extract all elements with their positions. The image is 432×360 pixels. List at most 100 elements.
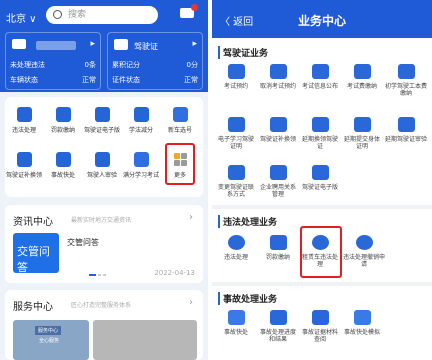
banner-subtext: 交管问答 — [17, 278, 38, 284]
car-crash-icon — [353, 310, 371, 325]
banner-text: 交管问答 — [17, 245, 50, 274]
chevron-right-icon: ▸ — [192, 39, 197, 49]
section-title: 服务中心 — [13, 302, 53, 313]
grid-item-study[interactable]: 学法减分 — [122, 107, 160, 134]
page-header: 〈 返回 业务中心 — [212, 0, 432, 38]
item-extend-review[interactable]: 延期驾驶证审验 — [384, 117, 428, 143]
card-label: 累积记分 — [112, 61, 140, 69]
item-extend-health-proof[interactable]: 延期提交身体证明 — [342, 117, 382, 150]
item-violation[interactable]: 违法处理 — [216, 235, 256, 261]
fee-icon — [353, 64, 371, 79]
item-label: 初学驾驶工本费缴纳 — [384, 83, 427, 97]
grid-label: 违法处理 — [11, 127, 36, 134]
item-label: 事故证据材料查阅 — [301, 329, 338, 343]
calendar-icon — [227, 64, 245, 79]
grid-item-driver-review[interactable]: 驾驶人审验 — [83, 152, 121, 179]
item-accident-simulation[interactable]: 事故快处模拟 — [342, 310, 382, 336]
item-violation-revoke[interactable]: 违法处理撤销申请 — [342, 235, 386, 268]
item-change-contact[interactable]: 变更驾驶证联系方式 — [216, 165, 256, 198]
service-grid: 违法处理 罚款缴纳 驾驶证电子版 学法减分 新车选号 驾驶证补换领 事故快处 驾… — [5, 97, 203, 197]
item-exam-booking[interactable]: 考试预约 — [216, 64, 256, 90]
contact-icon — [227, 165, 245, 180]
photo-caption: 全心服务 — [39, 338, 60, 344]
search-input[interactable]: 搜索 — [46, 6, 158, 24]
message-icon[interactable] — [180, 4, 198, 18]
item-employer-mgmt[interactable]: 企业聘用关系管理 — [258, 165, 298, 198]
service-photo-2[interactable] — [93, 320, 197, 360]
grid-item-license-renew[interactable]: 驾驶证补换领 — [5, 152, 43, 179]
item-label: 驾驶证补换领 — [259, 136, 296, 143]
grid-item-violation[interactable]: 违法处理 — [5, 107, 43, 134]
car-crash-icon — [227, 310, 245, 325]
item-exam-info[interactable]: 考试信息公布 — [300, 64, 340, 90]
license-icon — [114, 39, 128, 50]
photo-tag: 服务中心 — [35, 326, 62, 335]
item-label: 变更驾驶证联系方式 — [217, 184, 254, 198]
fine-icon — [269, 235, 287, 250]
item-label: 事故快处模拟 — [343, 329, 380, 336]
business-center-screen: 〈 返回 业务中心 驾驶证业务 考试预约 取消考试预约 考试信息公布 考试费缴纳… — [212, 0, 432, 360]
home-header: 北京 ∨ 搜索 ▸ 未处理违法 0条 车辆状态 正常 驾驶证 ▸ 累积记分 0分 证件… — [0, 0, 208, 92]
grid-label: 驾驶证电子版 — [83, 127, 120, 134]
chevron-right-icon[interactable]: › — [189, 212, 193, 223]
grid-item-full-score[interactable]: 满分学习考试 — [122, 152, 160, 179]
grid-item-plate[interactable]: 新车选号 — [161, 107, 199, 134]
item-label: 事故处理进度和结果 — [259, 329, 296, 343]
item-label: 企业聘用关系管理 — [259, 184, 296, 198]
license-title: 驾驶证 — [134, 42, 158, 51]
item-license-renew[interactable]: 驾驶证补换领 — [258, 117, 298, 143]
search-icon — [53, 10, 62, 19]
service-photo[interactable]: 服务中心 全心服务 — [13, 320, 89, 360]
license-card[interactable]: 驾驶证 ▸ 累积记分 0分 证件状态 正常 — [107, 32, 203, 90]
card-label: 未处理违法 — [10, 61, 45, 69]
item-label: 驾驶证电子版 — [301, 184, 338, 191]
car-icon — [12, 39, 26, 49]
item-label: 延期提交身体证明 — [343, 136, 380, 150]
search-placeholder: 搜索 — [68, 10, 87, 20]
grid-item-e-license[interactable]: 驾驶证电子版 — [83, 107, 121, 134]
item-e-license[interactable]: 驾驶证电子版 — [300, 165, 340, 191]
item-e-learning-proof[interactable]: 电子学习驾驶证明 — [216, 117, 256, 150]
exam-icon — [133, 152, 149, 167]
item-cancel-booking[interactable]: 取消考试预约 — [258, 64, 298, 90]
chevron-right-icon[interactable]: › — [189, 297, 193, 308]
item-extend-renew[interactable]: 延期换领驾驶证 — [300, 117, 340, 150]
service-section: 服务中心 匠心打造完整服务体系 › 服务中心 全心服务 — [5, 290, 203, 360]
evidence-icon — [311, 310, 329, 325]
document-icon — [311, 64, 329, 79]
book-icon — [133, 107, 149, 122]
item-exam-fee[interactable]: 考试费缴纳 — [342, 64, 382, 90]
item-learner-fee[interactable]: 初学驾驶工本费缴纳 — [384, 64, 428, 97]
enterprise-icon — [269, 165, 287, 180]
grid-item-fine[interactable]: 罚款缴纳 — [44, 107, 82, 134]
document-icon — [227, 117, 245, 132]
license-icon — [269, 117, 287, 132]
item-accident-quick[interactable]: 事故快处 — [216, 310, 256, 336]
city-selector[interactable]: 北京 ∨ — [6, 10, 37, 25]
grid-label: 新车选号 — [167, 127, 192, 134]
grid-item-accident[interactable]: 事故快处 — [44, 152, 82, 179]
news-title[interactable]: 交管问答 — [67, 237, 99, 248]
section-title-license: 驾驶证业务 — [218, 46, 268, 59]
item-accident-evidence[interactable]: 事故证据材料查阅 — [300, 310, 340, 343]
license-icon — [397, 117, 415, 132]
item-accident-progress[interactable]: 事故处理进度和结果 — [258, 310, 298, 343]
e-license-icon — [94, 107, 110, 122]
grid-label: 满分学习考试 — [122, 172, 159, 179]
grid-label: 驾驶证补换领 — [5, 172, 42, 179]
vehicle-card[interactable]: ▸ 未处理违法 0条 车辆状态 正常 — [5, 32, 101, 90]
news-banner[interactable]: 交管问答 交管问答 — [13, 233, 59, 284]
section-title-violation: 违法处理业务 — [218, 215, 277, 228]
item-label: 违法处理撤销申请 — [342, 254, 385, 268]
plate-number-masked — [36, 41, 76, 50]
calendar-icon — [269, 64, 287, 79]
item-label: 事故快处 — [223, 329, 248, 336]
item-fine[interactable]: 罚款缴纳 — [258, 235, 298, 261]
card-label: 车辆状态 — [10, 76, 38, 84]
card-label: 证件状态 — [112, 76, 140, 84]
card-value: 正常 — [82, 76, 96, 84]
revoke-icon — [355, 235, 373, 250]
plate-icon — [172, 107, 188, 122]
card-value: 正常 — [184, 76, 198, 84]
notification-badge — [191, 4, 198, 11]
